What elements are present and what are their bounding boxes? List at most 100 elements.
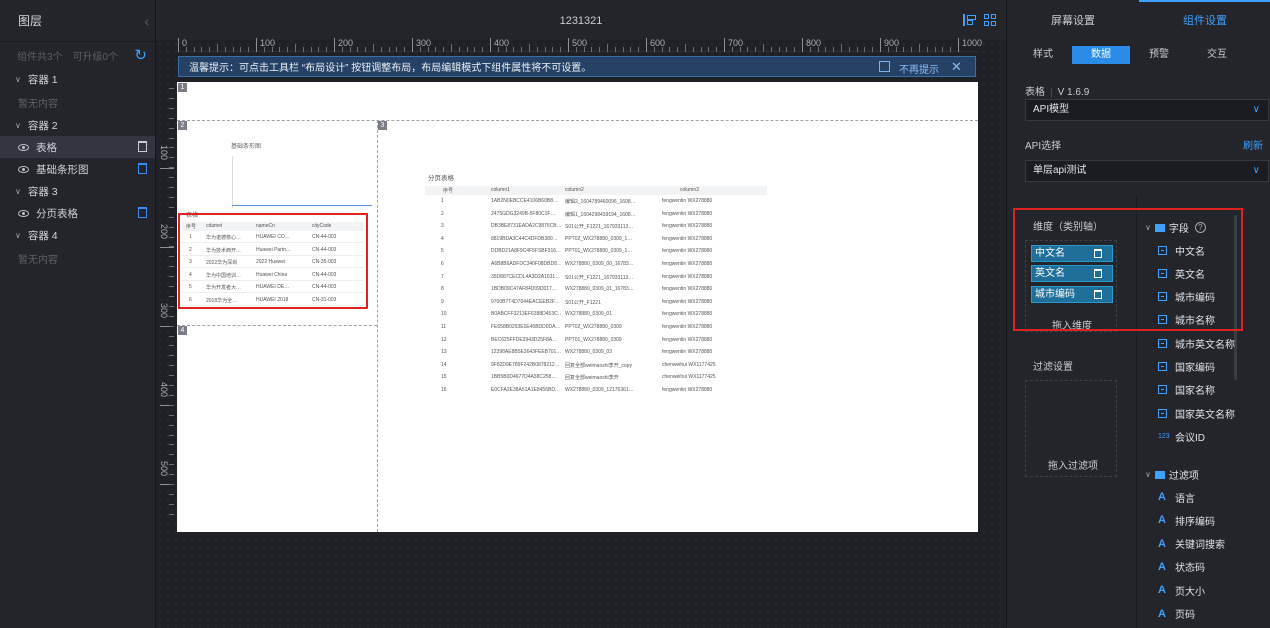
field-item[interactable]: 国家编码 xyxy=(1158,360,1215,374)
ruler-minor-tick xyxy=(505,47,507,52)
api-select[interactable]: 单层api测试 ∨ xyxy=(1025,160,1269,182)
ruler-minor-tick xyxy=(169,484,174,485)
table-cell: 编辑1_1604298439194_1608… xyxy=(565,211,635,218)
table-cell: E0CFA2E38A51A1E8456BD… xyxy=(491,387,560,393)
table-row[interactable]: 6 A6B8B6ADFDC340F08DBD8… WX278880_0309_00_… xyxy=(425,259,767,270)
filter-item[interactable]: A 页大小 xyxy=(1158,583,1205,598)
ruler-minor-tick xyxy=(169,177,174,179)
table-row[interactable]: 7 35D887CECDL4A3D2A1631… S01公开_F1221_16793… xyxy=(425,272,767,283)
filter-item[interactable]: A 关键词搜索 xyxy=(1158,537,1225,552)
table-cell: 11 xyxy=(441,324,447,330)
table-row[interactable]: 16 E0CFA2E38A51A1E8456BD… WX278880_0309_12… xyxy=(425,385,767,394)
paged-table[interactable]: 分页表格 序号 column1 column2 column3 1 1AB2N0EBCC… xyxy=(425,172,767,394)
ruler-minor-tick xyxy=(380,47,382,52)
text-field-icon: A xyxy=(1158,514,1166,527)
fields-group[interactable]: ∨ 字段 ? xyxy=(1145,220,1206,235)
eye-icon[interactable] xyxy=(18,209,29,217)
container-3[interactable]: ∨ 容器 3 xyxy=(0,180,155,202)
ruler-minor-tick xyxy=(755,47,757,52)
api-model-select[interactable]: API模型 ∨ xyxy=(1025,99,1269,121)
filter-item[interactable]: A 状态码 xyxy=(1158,560,1205,575)
table-row[interactable]: 1 1AB2N0EBCCE4106B60B8… 编辑2_1604789460096_… xyxy=(425,196,767,207)
table-cell: A6B8B6ADFDC340F08DBD8… xyxy=(491,261,561,267)
layout-grid-icon[interactable] xyxy=(984,14,996,26)
table-cell: 9F82D9E789F242B0878212… xyxy=(491,361,560,368)
table-row[interactable]: 13 12398AE8B5E3643FEEB701… WX278880_0309_0… xyxy=(425,347,767,358)
filter-item[interactable]: A 语言 xyxy=(1158,490,1195,505)
field-item[interactable]: 123 会议ID xyxy=(1158,429,1205,444)
table-cell: fengwentin WX278880 xyxy=(662,286,713,293)
subtab-style[interactable]: 样式 xyxy=(1014,46,1072,64)
field-item[interactable]: 城市编码 xyxy=(1158,290,1215,304)
subtab-alert[interactable]: 预警 xyxy=(1130,46,1188,64)
refresh-link[interactable]: 刷新 xyxy=(1243,137,1263,152)
table-row[interactable]: 4 8819BDA3C44C4DFDB380… PPT02_WX278880_030… xyxy=(425,234,767,245)
filter-item[interactable]: A 页码 xyxy=(1158,607,1195,622)
table-row[interactable]: 10 B0ABCFF3213EF6388D453C… WX278880_0309_0… xyxy=(425,309,767,320)
table-cell: 8 xyxy=(441,286,444,293)
ruler-minor-tick xyxy=(169,385,174,386)
ruler-minor-tick xyxy=(388,47,390,52)
ruler-minor-tick xyxy=(169,365,174,367)
container-1[interactable]: ∨ 容器 1 xyxy=(0,68,155,90)
subtab-interaction[interactable]: 交互 xyxy=(1188,46,1246,64)
eye-icon[interactable] xyxy=(18,165,29,173)
ruler-minor-tick xyxy=(349,47,351,52)
table-row[interactable]: 2 2475GDG3249B-5F80C1F… 编辑1_1604298439194_… xyxy=(425,209,767,220)
no-show-label[interactable]: 不再提示 xyxy=(899,61,939,76)
layer-item-label: 表格 xyxy=(36,141,57,154)
align-icon[interactable] xyxy=(963,14,976,26)
field-item[interactable]: 城市名称 xyxy=(1158,313,1215,327)
table-cell: 4 xyxy=(441,235,444,242)
trash-icon[interactable] xyxy=(138,163,147,174)
container-2[interactable]: ∨ 容器 2 xyxy=(0,114,155,136)
field-label: 城市名称 xyxy=(1175,316,1215,328)
trash-icon[interactable] xyxy=(138,207,147,218)
field-item[interactable]: 城市英文名称 xyxy=(1158,336,1235,351)
field-item[interactable]: 英文名 xyxy=(1158,266,1205,281)
field-item[interactable]: 中文名 xyxy=(1158,243,1205,258)
layer-panel: 图层 ‹ 组件共3个 可升级0个 ↻ ∨ 容器 1 暂无内容 ∨ 容器 2 表格 基… xyxy=(0,0,156,628)
eye-icon[interactable] xyxy=(18,143,29,151)
table-cell: chenweihui WX1177425 xyxy=(662,361,716,368)
filter-item[interactable]: A 排序编码 xyxy=(1158,513,1215,528)
collapse-chevron-icon[interactable]: ‹ xyxy=(144,13,149,29)
table-row[interactable]: 12 BEC625FFDE3943D25F8A… PPT01_WX278880_03… xyxy=(425,335,767,346)
table-row[interactable]: 15 1BB5B0D4677D4A38C258… 回复全部weimaoshi李开 ch… xyxy=(425,372,767,383)
ruler-minor-tick xyxy=(396,47,398,52)
ruler-minor-tick xyxy=(169,236,174,238)
table-row[interactable]: 3 DB3BE8731EADA2C9876CB… S01公开_F1221_16793… xyxy=(425,221,767,232)
subtab-data[interactable]: 数据 xyxy=(1072,46,1130,64)
close-icon[interactable]: ✕ xyxy=(951,59,962,75)
layer-item-bar-chart[interactable]: 基础条形图 xyxy=(0,158,155,180)
field-item[interactable]: 国家名称 xyxy=(1158,383,1215,397)
table-row[interactable]: 9 9700B7T4D7044EACEEB2F… S01公开_F1221 fengwe… xyxy=(425,297,767,308)
table-row[interactable]: 14 9F82D9E789F242B0878212… 回复全部weimaoshi李开… xyxy=(425,360,767,371)
refresh-icon[interactable]: ↻ xyxy=(134,46,147,64)
tab-screen-settings[interactable]: 屏幕设置 xyxy=(1007,0,1139,42)
ruler-minor-tick xyxy=(169,137,174,139)
layer-item-table[interactable]: 表格 xyxy=(0,136,155,158)
ruler-minor-tick xyxy=(357,47,359,52)
ruler-minor-tick xyxy=(169,266,174,268)
filter-label: 过滤设置 xyxy=(1033,362,1073,373)
table-row[interactable]: 5 DDBD21A8F9C4F5FSBF316… PPT01_WX278880_03… xyxy=(425,246,767,257)
ruler-minor-tick xyxy=(201,47,203,52)
tab-component-settings[interactable]: 组件设置 xyxy=(1139,0,1270,42)
table-header-cell: column3 xyxy=(680,187,699,193)
field-label: 国家英文名称 xyxy=(1175,409,1235,421)
chart-selection-line[interactable] xyxy=(232,205,372,206)
container-4[interactable]: ∨ 容器 4 xyxy=(0,224,155,246)
bar-chart-title: 基础条形图 xyxy=(231,144,262,150)
filters-group[interactable]: ∨ 过滤项 xyxy=(1145,467,1199,482)
no-show-checkbox[interactable] xyxy=(879,61,890,72)
ruler-minor-tick xyxy=(872,47,874,52)
field-item[interactable]: 国家英文名称 xyxy=(1158,406,1235,421)
table-row[interactable]: 8 1BDB09C47AF84D09D017… WX278880_0309_01_1… xyxy=(425,284,767,295)
trash-icon[interactable] xyxy=(138,141,147,152)
ruler-minor-tick xyxy=(911,47,913,52)
table-cell: PPT01_WX278880_0309 xyxy=(565,336,622,343)
layer-item-paged-table[interactable]: 分页表格 xyxy=(0,202,155,224)
table-row[interactable]: 11 FE658B0293E1E45BDD0DA… PPT02_WX278880_0… xyxy=(425,322,767,333)
help-icon[interactable]: ? xyxy=(1194,222,1206,233)
